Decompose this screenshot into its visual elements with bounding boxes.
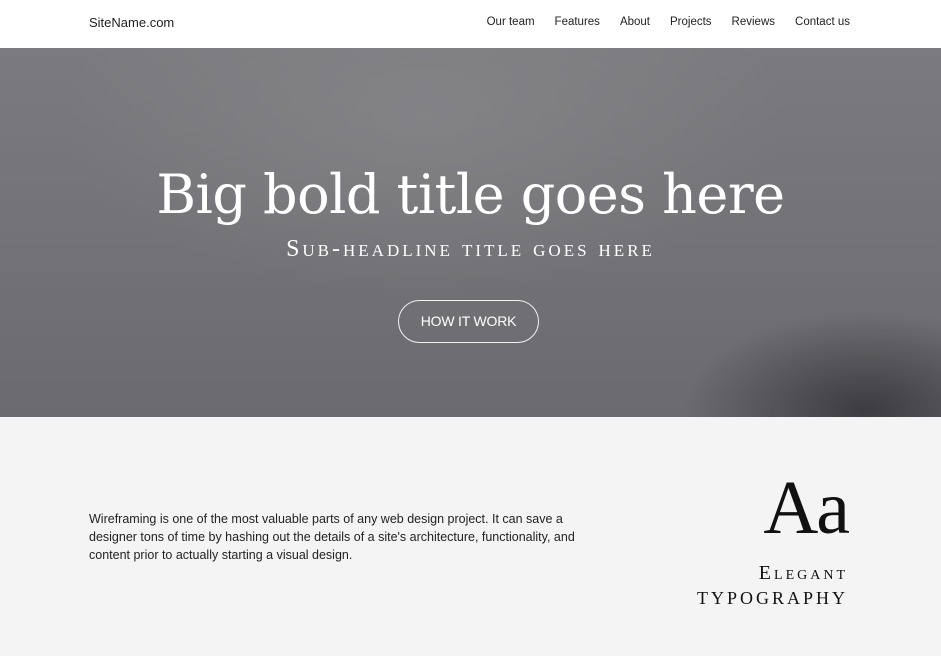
typography-caption: Elegant TYPOGRAPHY [697, 561, 848, 611]
intro-paragraph: Wireframing is one of the most valuable … [89, 512, 575, 562]
main-nav: Our team Features About Projects Reviews… [487, 16, 850, 28]
hero-banner: Big bold title goes here Sub-headline ti… [0, 48, 941, 417]
caption-line-typography: TYPOGRAPHY [696, 588, 848, 608]
how-it-works-button[interactable]: HOW IT WORK [398, 300, 539, 343]
caption-line-elegant: Elegant [758, 562, 848, 584]
nav-link-contact-us[interactable]: Contact us [795, 16, 850, 28]
nav-link-features[interactable]: Features [555, 16, 600, 28]
nav-link-reviews[interactable]: Reviews [732, 16, 775, 28]
hero-title: Big bold title goes here [156, 163, 785, 226]
nav-link-projects[interactable]: Projects [670, 16, 712, 28]
nav-link-about[interactable]: About [620, 16, 650, 28]
typography-sample: Aa [763, 466, 850, 550]
typography-section: Wireframing is one of the most valuable … [0, 417, 941, 656]
site-header: SiteName.com Our team Features About Pro… [0, 0, 941, 48]
site-logo-link[interactable]: SiteName.com [89, 15, 174, 30]
nav-link-our-team[interactable]: Our team [487, 16, 535, 28]
hero-subtitle: Sub-headline title goes here [286, 236, 655, 262]
